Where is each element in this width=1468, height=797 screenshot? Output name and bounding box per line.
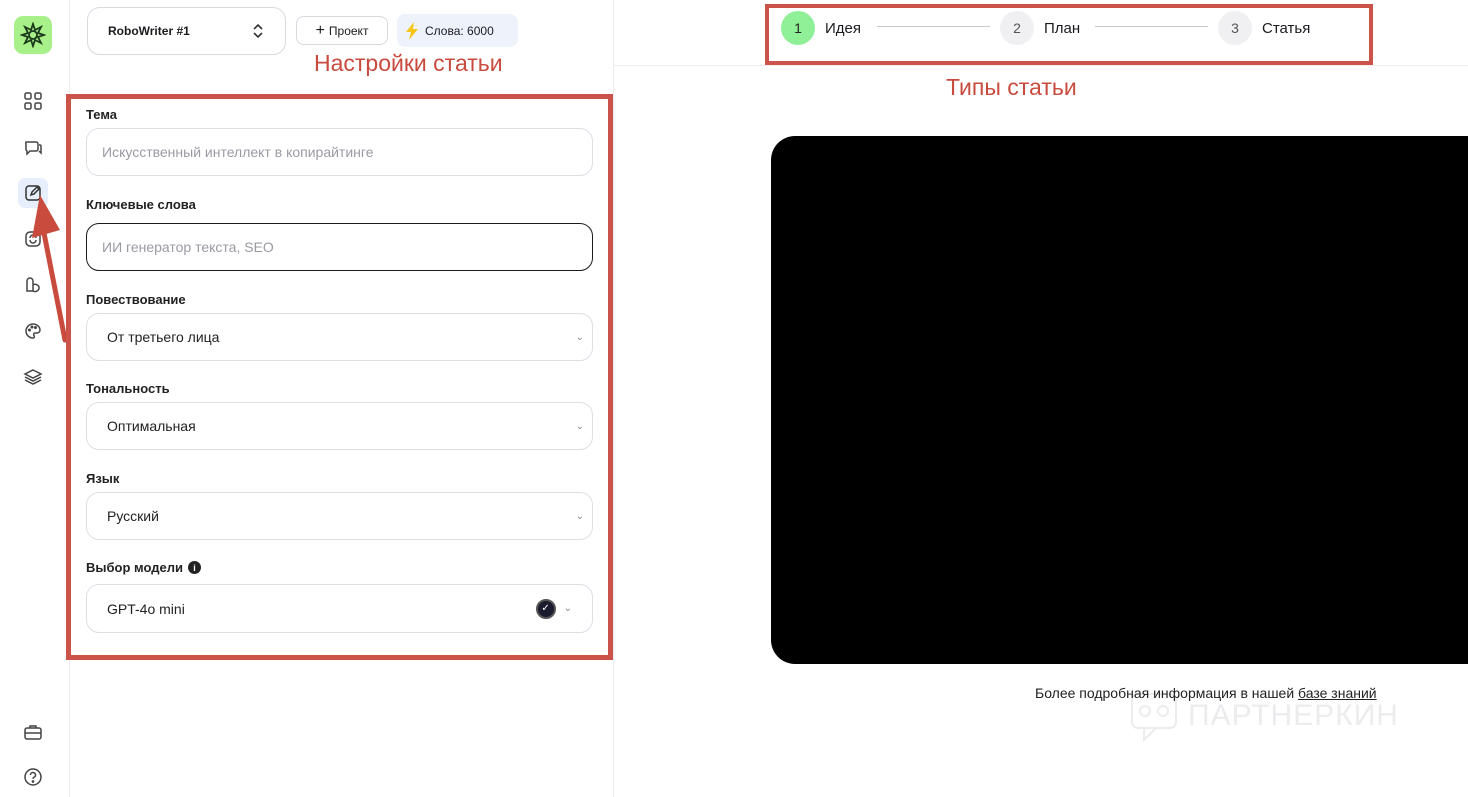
chat-icon[interactable]	[18, 133, 48, 163]
words-count: Слова: 6000	[425, 23, 494, 38]
info-icon[interactable]: i	[187, 561, 201, 574]
add-project-label: Проект	[328, 23, 369, 38]
add-project-button[interactable]: + Проект	[296, 16, 388, 45]
step-connector	[877, 26, 990, 27]
step-label: План	[1044, 19, 1081, 37]
step-label: Статья	[1262, 19, 1311, 37]
keywords-input[interactable]	[102, 239, 577, 255]
watermark-text: ПАРТНЕРКИН	[1188, 699, 1399, 732]
lightning-icon	[406, 21, 418, 40]
check-icon: ✓	[535, 598, 556, 619]
kb-text: Более подробная информация в нашей	[1035, 685, 1299, 701]
updown-chevron-icon	[253, 23, 263, 39]
settings-panel: RoboWriter #1 + Проект Слова: 6000 Настр…	[66, 0, 614, 797]
grid-icon[interactable]	[18, 86, 48, 116]
step-number: 3	[1218, 11, 1252, 45]
video-player[interactable]	[771, 136, 1468, 664]
step-article[interactable]: 3 Статья	[1218, 11, 1310, 45]
language-label: Язык	[86, 471, 120, 486]
knowledge-base-link[interactable]: базе знаний	[1298, 685, 1377, 701]
narration-select[interactable]: От третьего лица ⌄	[86, 313, 593, 361]
layers-icon[interactable]	[18, 362, 48, 392]
step-plan[interactable]: 2 План	[1000, 11, 1080, 45]
tone-select[interactable]: Оптимальная ⌄	[86, 402, 593, 450]
project-select[interactable]: RoboWriter #1	[87, 7, 286, 55]
tone-label: Тональность	[86, 381, 170, 396]
header-divider	[614, 65, 1468, 66]
language-select[interactable]: Русский ⌄	[86, 492, 593, 540]
help-icon[interactable]	[18, 762, 48, 792]
step-connector	[1095, 26, 1208, 27]
settings-annotation: Настройки статьи	[314, 50, 503, 76]
narration-value: От третьего лица	[107, 329, 220, 345]
tone-value: Оптимальная	[107, 418, 196, 434]
topic-input[interactable]	[102, 144, 577, 160]
topic-field[interactable]	[86, 128, 593, 176]
chevron-down-icon: ⌄	[575, 420, 584, 432]
settings-highlight	[66, 94, 613, 660]
sidebar	[0, 0, 70, 797]
topic-label: Тема	[86, 107, 118, 122]
step-number: 2	[1000, 11, 1034, 45]
step-label: Идея	[825, 19, 861, 37]
logo-icon[interactable]	[14, 16, 52, 54]
types-annotation: Типы статьи	[946, 74, 1077, 100]
briefcase-icon[interactable]	[18, 717, 48, 747]
model-value: GPT-4o mini	[107, 600, 185, 617]
model-label: Выбор модели i	[86, 560, 201, 575]
step-number: 1	[781, 11, 815, 45]
chevron-down-icon: ⌄	[575, 510, 584, 522]
knowledge-base-note: Более подробная информация в нашей базе …	[1035, 685, 1377, 701]
language-value: Русский	[107, 508, 159, 524]
words-badge: Слова: 6000	[397, 14, 518, 47]
chevron-down-icon: ⌄	[563, 603, 572, 614]
project-name: RoboWriter #1	[108, 24, 190, 38]
keywords-field[interactable]	[86, 223, 593, 271]
narration-label: Повествование	[86, 292, 186, 307]
model-select[interactable]: GPT-4o mini ✓ ⌄	[86, 584, 593, 633]
plus-icon: +	[315, 21, 325, 39]
app-root: RoboWriter #1 + Проект Слова: 6000 Настр…	[0, 0, 1468, 797]
keywords-label: Ключевые слова	[86, 197, 196, 212]
chevron-down-icon: ⌄	[575, 331, 584, 343]
step-idea[interactable]: 1 Идея	[781, 11, 861, 45]
model-label-text: Выбор модели	[86, 560, 183, 575]
